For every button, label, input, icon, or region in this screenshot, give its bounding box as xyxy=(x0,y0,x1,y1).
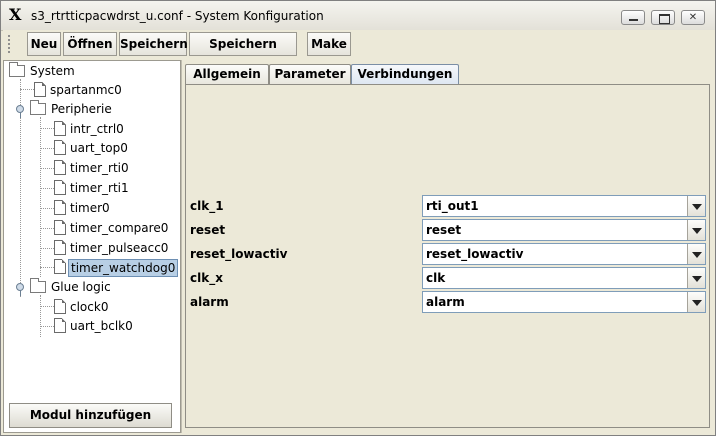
file-icon xyxy=(54,121,66,136)
expand-handle-icon[interactable] xyxy=(16,283,24,296)
tab-verbindungen[interactable]: Verbindungen xyxy=(351,64,459,85)
tree-node-label: timer_rti1 xyxy=(70,181,129,195)
tree-node-label: timer0 xyxy=(70,201,110,215)
tree-connector xyxy=(40,188,54,189)
tree-connector xyxy=(40,208,54,209)
close-icon xyxy=(682,11,704,24)
tab-allgemein[interactable]: Allgemein xyxy=(185,64,269,84)
connection-select-clk-x[interactable]: clk xyxy=(422,267,706,289)
connection-value: clk xyxy=(426,271,446,285)
close-button[interactable] xyxy=(681,10,705,25)
tree-node-label: timer_rti0 xyxy=(70,161,129,175)
minimize-icon xyxy=(622,11,644,24)
chevron-down-icon[interactable] xyxy=(687,196,705,216)
add-module-button[interactable]: Modul hinzufügen xyxy=(9,403,172,428)
tab-parameter[interactable]: Parameter xyxy=(269,64,351,84)
tree-connector xyxy=(40,326,54,327)
file-icon xyxy=(54,200,66,215)
save-button[interactable]: Speichern xyxy=(119,32,188,56)
minimize-button[interactable] xyxy=(621,10,645,25)
maximize-button[interactable] xyxy=(651,10,675,25)
expand-handle-icon[interactable] xyxy=(16,105,24,118)
tree-connector xyxy=(40,117,41,277)
connection-value: rti_out1 xyxy=(426,199,479,213)
connection-label-alarm: alarm xyxy=(190,295,229,309)
connection-label-clk-1: clk_1 xyxy=(190,199,224,213)
file-icon xyxy=(54,220,66,235)
file-icon xyxy=(34,82,46,97)
tree-node-label: intr_ctrl0 xyxy=(70,122,124,136)
tree-connector xyxy=(40,148,54,149)
tree-node-label: uart_bclk0 xyxy=(70,319,133,333)
window-title: s3_rtrtticpacwdrst_u.conf - System Konfi… xyxy=(31,9,324,23)
file-icon xyxy=(54,160,66,175)
tree-node-label: timer_pulseacc0 xyxy=(70,241,169,255)
tree-node-label: Peripherie xyxy=(51,102,112,116)
chevron-down-icon[interactable] xyxy=(687,244,705,264)
chevron-down-icon[interactable] xyxy=(687,268,705,288)
chevron-down-icon[interactable] xyxy=(687,292,705,312)
module-config-panel: Allgemein Parameter Verbindungen clk_1 r… xyxy=(181,60,712,433)
folder-icon xyxy=(30,100,46,115)
tree-node-label: clock0 xyxy=(70,300,109,314)
connections-panel: clk_1 rti_out1 reset reset reset_lowacti… xyxy=(185,84,710,428)
connection-value: reset_lowactiv xyxy=(426,247,524,261)
application-window: X s3_rtrtticpacwdrst_u.conf - System Kon… xyxy=(0,0,716,436)
connection-select-reset[interactable]: reset xyxy=(422,219,706,241)
tree-node-label-selected: timer_watchdog0 xyxy=(68,259,179,277)
tree-node-label: uart_top0 xyxy=(70,141,128,155)
file-icon xyxy=(54,240,66,255)
connection-value: reset xyxy=(426,223,462,237)
tree-connector xyxy=(40,306,54,307)
folder-icon xyxy=(9,62,25,77)
connection-label-clk-x: clk_x xyxy=(190,271,223,285)
tree-connector xyxy=(40,228,54,229)
connection-select-reset-lowactiv[interactable]: reset_lowactiv xyxy=(422,243,706,265)
toolbar-grip-icon[interactable] xyxy=(7,34,11,54)
tree-connector xyxy=(40,295,41,337)
title-bar[interactable]: X s3_rtrtticpacwdrst_u.conf - System Kon… xyxy=(1,1,715,31)
file-icon xyxy=(54,259,66,274)
make-button[interactable]: Make xyxy=(307,32,351,56)
file-icon xyxy=(54,180,66,195)
tree-connector xyxy=(40,267,54,268)
app-x-icon: X xyxy=(9,5,22,24)
connection-select-clk-1[interactable]: rti_out1 xyxy=(422,195,706,217)
file-icon xyxy=(54,140,66,155)
tree-connector xyxy=(40,248,54,249)
connection-label-reset: reset xyxy=(190,223,226,237)
tree-node-label: timer_compare0 xyxy=(70,221,169,235)
folder-icon xyxy=(30,278,46,293)
save-as-button[interactable]: Speichern unter xyxy=(189,32,297,73)
module-tree-panel: System spartanmc0 Peripherie intr_ctrl0 … xyxy=(3,60,181,433)
chevron-down-icon[interactable] xyxy=(687,220,705,240)
new-button[interactable]: Neu xyxy=(27,32,61,56)
tree-connector xyxy=(40,128,54,129)
toolbar: Neu Öffnen Speichern Speichern unter Mak… xyxy=(3,30,715,73)
connection-select-alarm[interactable]: alarm xyxy=(422,291,706,313)
maximize-icon xyxy=(652,11,674,24)
tree-connector xyxy=(40,168,54,169)
file-icon xyxy=(54,318,66,333)
tree-node-label: spartanmc0 xyxy=(50,83,122,97)
file-icon xyxy=(54,299,66,314)
tree-node-label: Glue logic xyxy=(51,280,111,294)
open-button[interactable]: Öffnen xyxy=(63,32,117,56)
connection-label-reset-lowactiv: reset_lowactiv xyxy=(190,247,288,261)
connection-value: alarm xyxy=(426,295,465,309)
tree-node-label: System xyxy=(30,64,75,78)
